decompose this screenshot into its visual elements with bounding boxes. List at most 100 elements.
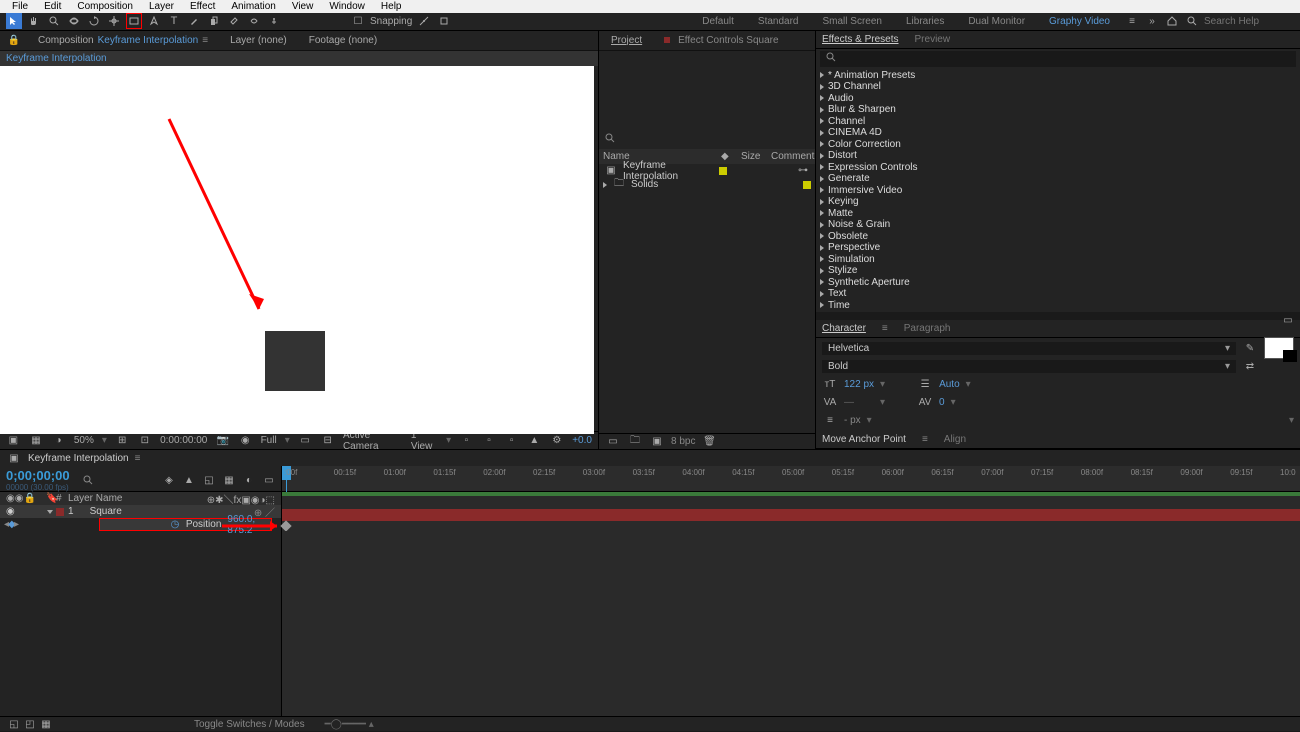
type-tool-icon[interactable]: T	[166, 13, 182, 29]
interpret-icon[interactable]: ▭	[605, 434, 621, 450]
effects-category[interactable]: Channel	[816, 116, 1300, 128]
font-size-input[interactable]: 122 px	[844, 379, 874, 390]
workspace-menu-icon[interactable]: ≡	[1124, 13, 1140, 29]
layer-label-swatch[interactable]	[56, 508, 64, 516]
expand-icon[interactable]	[820, 141, 824, 147]
effects-category[interactable]: Blur & Sharpen	[816, 104, 1300, 116]
workspace-default[interactable]: Default	[692, 16, 744, 27]
shy-icon[interactable]: ◱	[201, 472, 217, 488]
workspace-libraries[interactable]: Libraries	[896, 16, 954, 27]
expand-icon[interactable]	[820, 210, 824, 216]
time-ruler[interactable]: :00f00:15f01:00f01:15f02:00f02:15f03:00f…	[282, 466, 1300, 491]
project-search[interactable]	[599, 131, 815, 149]
motion-blur-icon[interactable]: ◐	[241, 472, 257, 488]
timeline-tab[interactable]: Keyframe Interpolation	[28, 453, 129, 464]
effect-controls-tab[interactable]: Effect Controls Square	[658, 33, 784, 48]
workspace-smallscreen[interactable]: Small Screen	[813, 16, 892, 27]
rotate-tool-icon[interactable]	[86, 13, 102, 29]
workspace-graphy[interactable]: Graphy Video	[1039, 16, 1120, 27]
expand-icon[interactable]	[820, 118, 824, 124]
zoom-slider[interactable]: ━◯━━━━ ▴	[325, 719, 374, 730]
tl-lock-icon[interactable]: ▣	[6, 450, 22, 466]
effects-category[interactable]: Audio	[816, 93, 1300, 105]
comp-mini-flowchart-icon[interactable]: ◈	[161, 472, 177, 488]
close-icon[interactable]: ≡	[202, 35, 208, 46]
brush-tool-icon[interactable]	[186, 13, 202, 29]
expand-icon[interactable]	[820, 130, 824, 136]
effects-category[interactable]: Distort	[816, 150, 1300, 162]
expand-icon[interactable]	[820, 279, 824, 285]
paragraph-tab[interactable]: Paragraph	[904, 323, 951, 334]
effects-category[interactable]: Noise & Grain	[816, 219, 1300, 231]
label-swatch[interactable]	[719, 167, 727, 175]
project-item[interactable]: 🗀 Solids	[599, 178, 815, 192]
frame-blend-icon[interactable]: ▦	[221, 472, 237, 488]
mask-icon[interactable]: ◑	[51, 433, 66, 449]
menu-file[interactable]: File	[4, 0, 36, 13]
home-icon[interactable]	[1164, 13, 1180, 29]
panel-lock-icon[interactable]: 🔒	[6, 32, 22, 48]
toggle-switches-button[interactable]: Toggle Switches / Modes	[194, 719, 305, 730]
weight-dropdown[interactable]: Bold▾	[822, 360, 1236, 373]
expand-icon[interactable]	[603, 182, 607, 188]
stroke-color-swatch[interactable]	[1283, 350, 1297, 362]
effects-category[interactable]: Keying	[816, 196, 1300, 208]
roto-tool-icon[interactable]	[246, 13, 262, 29]
roi-icon[interactable]: ⊡	[137, 433, 152, 449]
effects-category[interactable]: Immersive Video	[816, 185, 1300, 197]
snapshot-icon[interactable]: 📷	[215, 433, 230, 449]
layer-eye-icon[interactable]: ◉	[6, 506, 44, 517]
viewer-timecode[interactable]: 0:00:00:00	[160, 435, 207, 446]
menu-help[interactable]: Help	[373, 0, 410, 13]
always-preview-icon[interactable]: ▣	[6, 433, 21, 449]
current-timecode[interactable]: 0;00;00;00	[6, 468, 70, 483]
effects-search[interactable]	[820, 51, 1296, 67]
resolution-icon[interactable]: ⊞	[115, 433, 130, 449]
snapping-label[interactable]: Snapping	[370, 16, 412, 27]
workspace-dualmonitor[interactable]: Dual Monitor	[958, 16, 1035, 27]
pixel-aspect-icon[interactable]: ⊟	[320, 433, 335, 449]
zoom-dropdown[interactable]: 50%	[74, 435, 94, 446]
chevron-right-icon[interactable]: »	[1144, 13, 1160, 29]
expand-icon[interactable]	[820, 153, 824, 159]
expand-icon[interactable]	[820, 95, 824, 101]
layer-tab[interactable]: Layer (none)	[224, 33, 293, 48]
menu-animation[interactable]: Animation	[223, 0, 283, 13]
zoom-tool-icon[interactable]	[46, 13, 62, 29]
tl-footer-icon2[interactable]: ◰	[22, 716, 38, 732]
breadcrumb[interactable]: Keyframe Interpolation	[0, 51, 598, 66]
expand-icon[interactable]	[820, 222, 824, 228]
character-tab[interactable]: Character	[822, 323, 866, 334]
keyframe-nav-next-icon[interactable]: ▸	[14, 519, 19, 530]
anchor-tool-icon[interactable]	[106, 13, 122, 29]
expand-icon[interactable]	[820, 84, 824, 90]
expand-icon[interactable]	[820, 199, 824, 205]
num-header[interactable]: #	[56, 493, 68, 504]
workspace-standard[interactable]: Standard	[748, 16, 809, 27]
effects-category[interactable]: Generate	[816, 173, 1300, 185]
swap-colors-icon[interactable]: ⇄	[1242, 358, 1258, 374]
pen-tool-icon[interactable]	[146, 13, 162, 29]
effects-category[interactable]: Time	[816, 300, 1300, 312]
anchor-menu-icon[interactable]: ≡	[922, 434, 928, 445]
eyedropper-icon[interactable]: ✎	[1242, 340, 1258, 356]
render-icon[interactable]: ⚙	[550, 433, 565, 449]
puppet-tool-icon[interactable]	[266, 13, 282, 29]
layer-expand-icon[interactable]	[47, 510, 53, 514]
guides3-icon[interactable]: ▫	[504, 433, 519, 449]
col-size[interactable]: Size	[741, 151, 771, 162]
effects-category[interactable]: 3D Channel	[816, 81, 1300, 93]
orbit-tool-icon[interactable]	[66, 13, 82, 29]
layername-header[interactable]: Layer Name	[68, 493, 122, 504]
expand-icon[interactable]	[820, 176, 824, 182]
effects-category[interactable]: Obsolete	[816, 231, 1300, 243]
char-menu-icon[interactable]: ≡	[882, 323, 888, 334]
composition-tab[interactable]: Composition Keyframe Interpolation ≡	[32, 33, 214, 48]
expand-icon[interactable]	[820, 268, 824, 274]
footage-tab[interactable]: Footage (none)	[303, 33, 383, 48]
trash-icon[interactable]: 🗑	[701, 434, 717, 450]
transparency-grid-icon[interactable]: ▦	[29, 433, 44, 449]
channel-icon[interactable]: ◉	[238, 433, 253, 449]
effects-category[interactable]: Expression Controls	[816, 162, 1300, 174]
snap-opt2-icon[interactable]	[436, 13, 452, 29]
